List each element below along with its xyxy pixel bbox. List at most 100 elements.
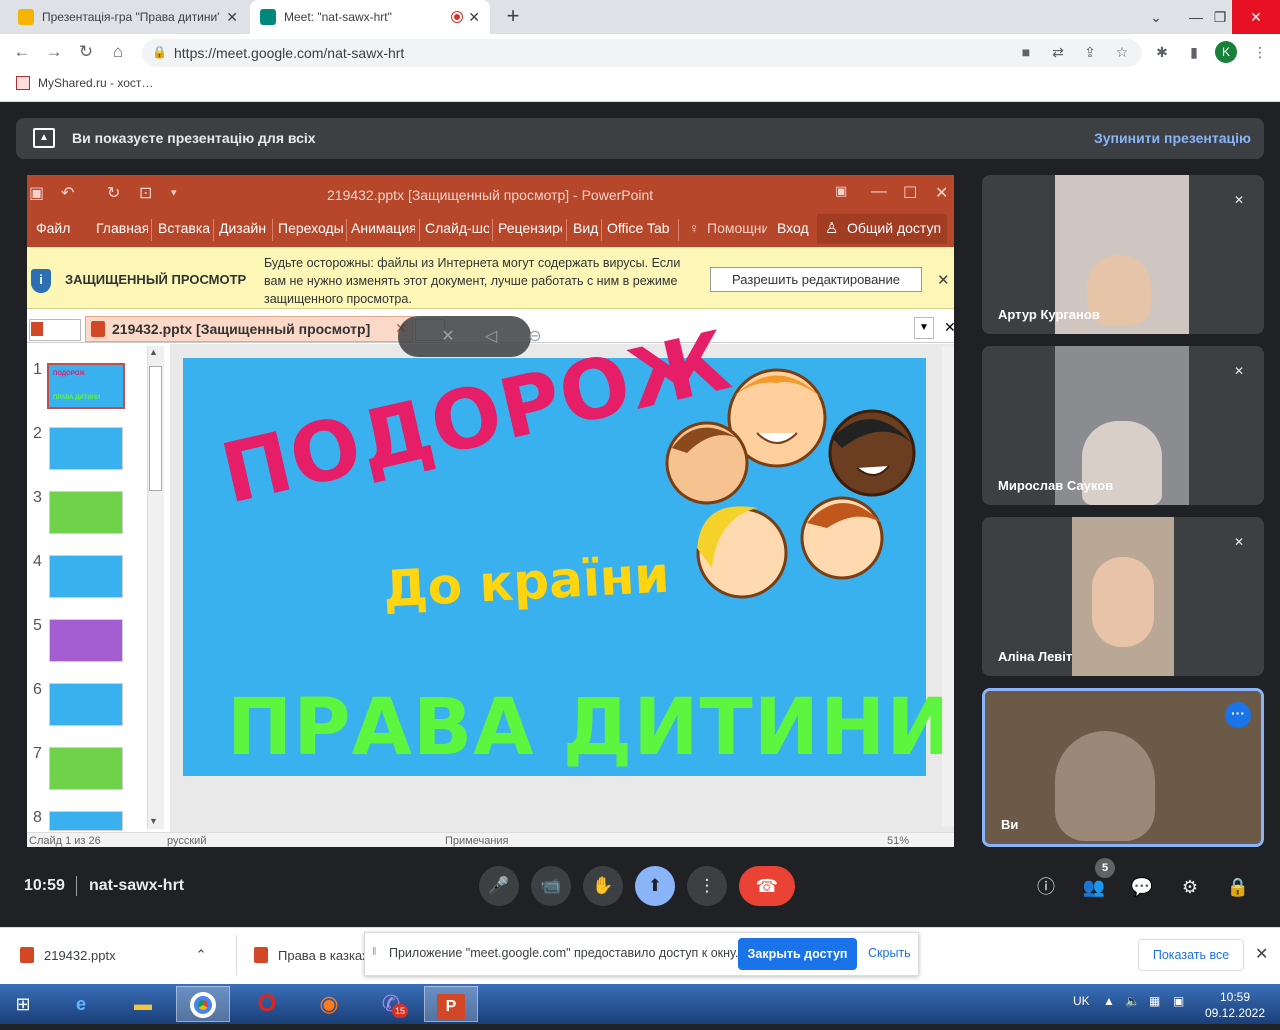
browser-tab-meet[interactable]: Meet: "nat-sawx-hrt" ✕	[250, 0, 490, 34]
undo-icon[interactable]: ↶	[61, 183, 74, 203]
hide-notice-button[interactable]: Скрыть	[868, 946, 911, 960]
action-center-icon[interactable]: ▣	[1173, 994, 1184, 1008]
thumbnails-scroll-thumb[interactable]	[149, 366, 162, 491]
ribbon-tell-me[interactable]: Помощник	[707, 220, 767, 236]
raise-hand-button[interactable]: ✋	[583, 866, 623, 906]
participant-tile[interactable]: ✕ Артур Курганов	[982, 175, 1264, 334]
slide-thumbnail-5[interactable]	[49, 619, 123, 662]
powerpoint-taskbar-icon[interactable]: P	[424, 986, 478, 1022]
show-all-downloads-button[interactable]: Показать все	[1138, 939, 1244, 971]
profile-avatar[interactable]: K	[1215, 41, 1237, 63]
redo-icon[interactable]: ↻	[107, 183, 120, 203]
keyboard-language[interactable]: UK	[1073, 994, 1090, 1008]
slide-scrollbar[interactable]	[942, 346, 954, 826]
tab-close-icon[interactable]: ✕	[226, 9, 238, 26]
download-bar-close-icon[interactable]: ✕	[1255, 944, 1268, 964]
ribbon-tab-office-tab[interactable]: Office Tab	[607, 220, 670, 236]
ribbon-tab-transitions[interactable]: Переходы	[278, 220, 344, 236]
participant-tile[interactable]: ✕ Мирослав Сауков	[982, 346, 1264, 505]
slide-thumbnail-8[interactable]	[49, 811, 123, 831]
reload-icon[interactable]: ↻	[74, 40, 98, 64]
slide-thumbnail-1[interactable]: ПОДОРОЖ ПРАВА ДИТИНИ	[47, 363, 125, 409]
ribbon-tab-review[interactable]: Рецензирование	[498, 220, 562, 236]
tabs-dropdown-icon[interactable]: ▼	[914, 317, 934, 339]
ribbon-tab-design[interactable]: Дизайн	[219, 220, 267, 236]
forward-arrow-icon[interactable]: →	[42, 40, 66, 64]
slide-thumbnail-4[interactable]	[49, 555, 123, 598]
activities-icon[interactable]: ⚙	[1177, 874, 1203, 900]
ribbon-tab-slideshow[interactable]: Слайд-шоу	[425, 220, 489, 236]
opera-icon[interactable]: O	[240, 986, 294, 1022]
chrome-taskbar-icon[interactable]	[176, 986, 230, 1022]
leave-call-button[interactable]: ☎	[739, 866, 795, 906]
slide-thumbnail-7[interactable]	[49, 747, 123, 790]
camera-in-use-icon[interactable]: ■	[1016, 42, 1036, 62]
remove-icon[interactable]: ⊖	[523, 325, 547, 349]
firefox-icon[interactable]: ◉	[302, 986, 356, 1022]
url-text[interactable]: https://meet.google.com/nat-sawx-hrt	[174, 45, 404, 61]
chrome-menu-icon[interactable]: ⋮	[1250, 42, 1270, 62]
ribbon-tab-view[interactable]: Вид	[573, 220, 598, 236]
slide-thumbnail-6[interactable]	[49, 683, 123, 726]
scroll-down-icon[interactable]: ▼	[149, 816, 158, 826]
stop-presenting-button[interactable]: Зупинити презентацію	[1094, 130, 1251, 146]
present-now-button[interactable]: ⬆	[635, 866, 675, 906]
browser-tab-presentation[interactable]: Презентація-гра "Права дитини" ✕	[8, 0, 248, 34]
ppt-close-icon[interactable]: ✕	[935, 183, 948, 203]
volume-off-icon[interactable]: ◁	[479, 325, 503, 349]
system-clock[interactable]: 10:59 09.12.2022	[1200, 989, 1270, 1021]
tabs-close-icon[interactable]: ✕	[944, 319, 954, 336]
mic-off-icon[interactable]: ✕	[436, 325, 460, 349]
slide-thumbnail-3[interactable]	[49, 491, 123, 534]
bookmark-myshared[interactable]: MyShared.ru - хост…	[16, 76, 153, 90]
more-options-icon[interactable]: ···	[1225, 702, 1251, 728]
ribbon-display-icon[interactable]: ▣	[835, 183, 847, 199]
camera-button[interactable]: 📹	[531, 866, 571, 906]
extensions-icon[interactable]: ✱	[1152, 42, 1172, 62]
windows-start-icon[interactable]: ⊞	[0, 986, 46, 1022]
host-controls-icon[interactable]: 🔒	[1225, 874, 1251, 900]
participant-tile[interactable]: ✕ Аліна Левіт	[982, 517, 1264, 676]
notes-button[interactable]: Примечания	[445, 835, 509, 847]
slideshow-icon[interactable]: ⊡	[139, 183, 152, 203]
ribbon-sign-in[interactable]: Вход	[777, 220, 809, 236]
ppt-maximize-icon[interactable]: ☐	[903, 183, 917, 203]
stop-sharing-button[interactable]: Закрыть доступ	[738, 938, 857, 970]
ribbon-tab-file[interactable]: Файл	[36, 220, 96, 236]
home-icon[interactable]: ⌂	[106, 40, 130, 64]
drag-handle-icon[interactable]: ‖	[372, 946, 377, 958]
ribbon-tab-animation[interactable]: Анимация	[351, 220, 415, 236]
microphone-button[interactable]: 🎤	[479, 866, 519, 906]
lock-icon[interactable]: 🔒	[152, 45, 167, 59]
tab-search-icon[interactable]: ⌄	[1136, 0, 1176, 34]
bookmark-star-icon[interactable]: ☆	[1112, 42, 1132, 62]
chevron-up-icon[interactable]: ⌃	[196, 947, 207, 963]
download-item-1[interactable]: 219432.pptx ⌃	[20, 947, 206, 963]
share-icon[interactable]: ⇪	[1080, 42, 1100, 62]
volume-icon[interactable]: 🔈	[1125, 994, 1140, 1008]
ppt-minimize-icon[interactable]: —	[871, 183, 887, 201]
viber-icon[interactable]: ✆	[364, 986, 418, 1022]
show-hidden-icons-icon[interactable]: ▲	[1103, 994, 1115, 1008]
language-indicator[interactable]: русский	[167, 835, 206, 847]
save-icon[interactable]: ▣	[29, 183, 44, 203]
zoom-level[interactable]: 51%	[887, 835, 909, 847]
internet-explorer-icon[interactable]: e	[54, 986, 108, 1022]
window-close-button[interactable]: ✕	[1232, 0, 1280, 34]
qat-customize-icon[interactable]: ▾	[171, 186, 177, 199]
self-view-tile[interactable]: ··· Ви	[982, 688, 1264, 847]
ribbon-tab-home[interactable]: Главная	[96, 220, 148, 236]
back-arrow-icon[interactable]: ←	[10, 40, 34, 64]
scroll-up-icon[interactable]: ▲	[149, 347, 158, 357]
share-button[interactable]: ♙ Общий доступ	[817, 214, 947, 244]
network-icon[interactable]: ▦	[1149, 994, 1160, 1008]
new-tab-button[interactable]: +	[500, 4, 526, 30]
translate-icon[interactable]: ⇄	[1048, 42, 1068, 62]
ribbon-tab-insert[interactable]: Вставка	[158, 220, 210, 236]
file-explorer-icon[interactable]: ▬	[116, 986, 170, 1022]
office-doc-tab[interactable]: 219432.pptx [Защищенный просмотр]	[85, 316, 413, 342]
side-panel-icon[interactable]: ▮	[1184, 42, 1204, 62]
meeting-info-icon[interactable]: ⓘ	[1033, 874, 1059, 900]
download-item-2[interactable]: Права в казках	[254, 947, 369, 963]
slide-thumbnail-2[interactable]	[49, 427, 123, 470]
